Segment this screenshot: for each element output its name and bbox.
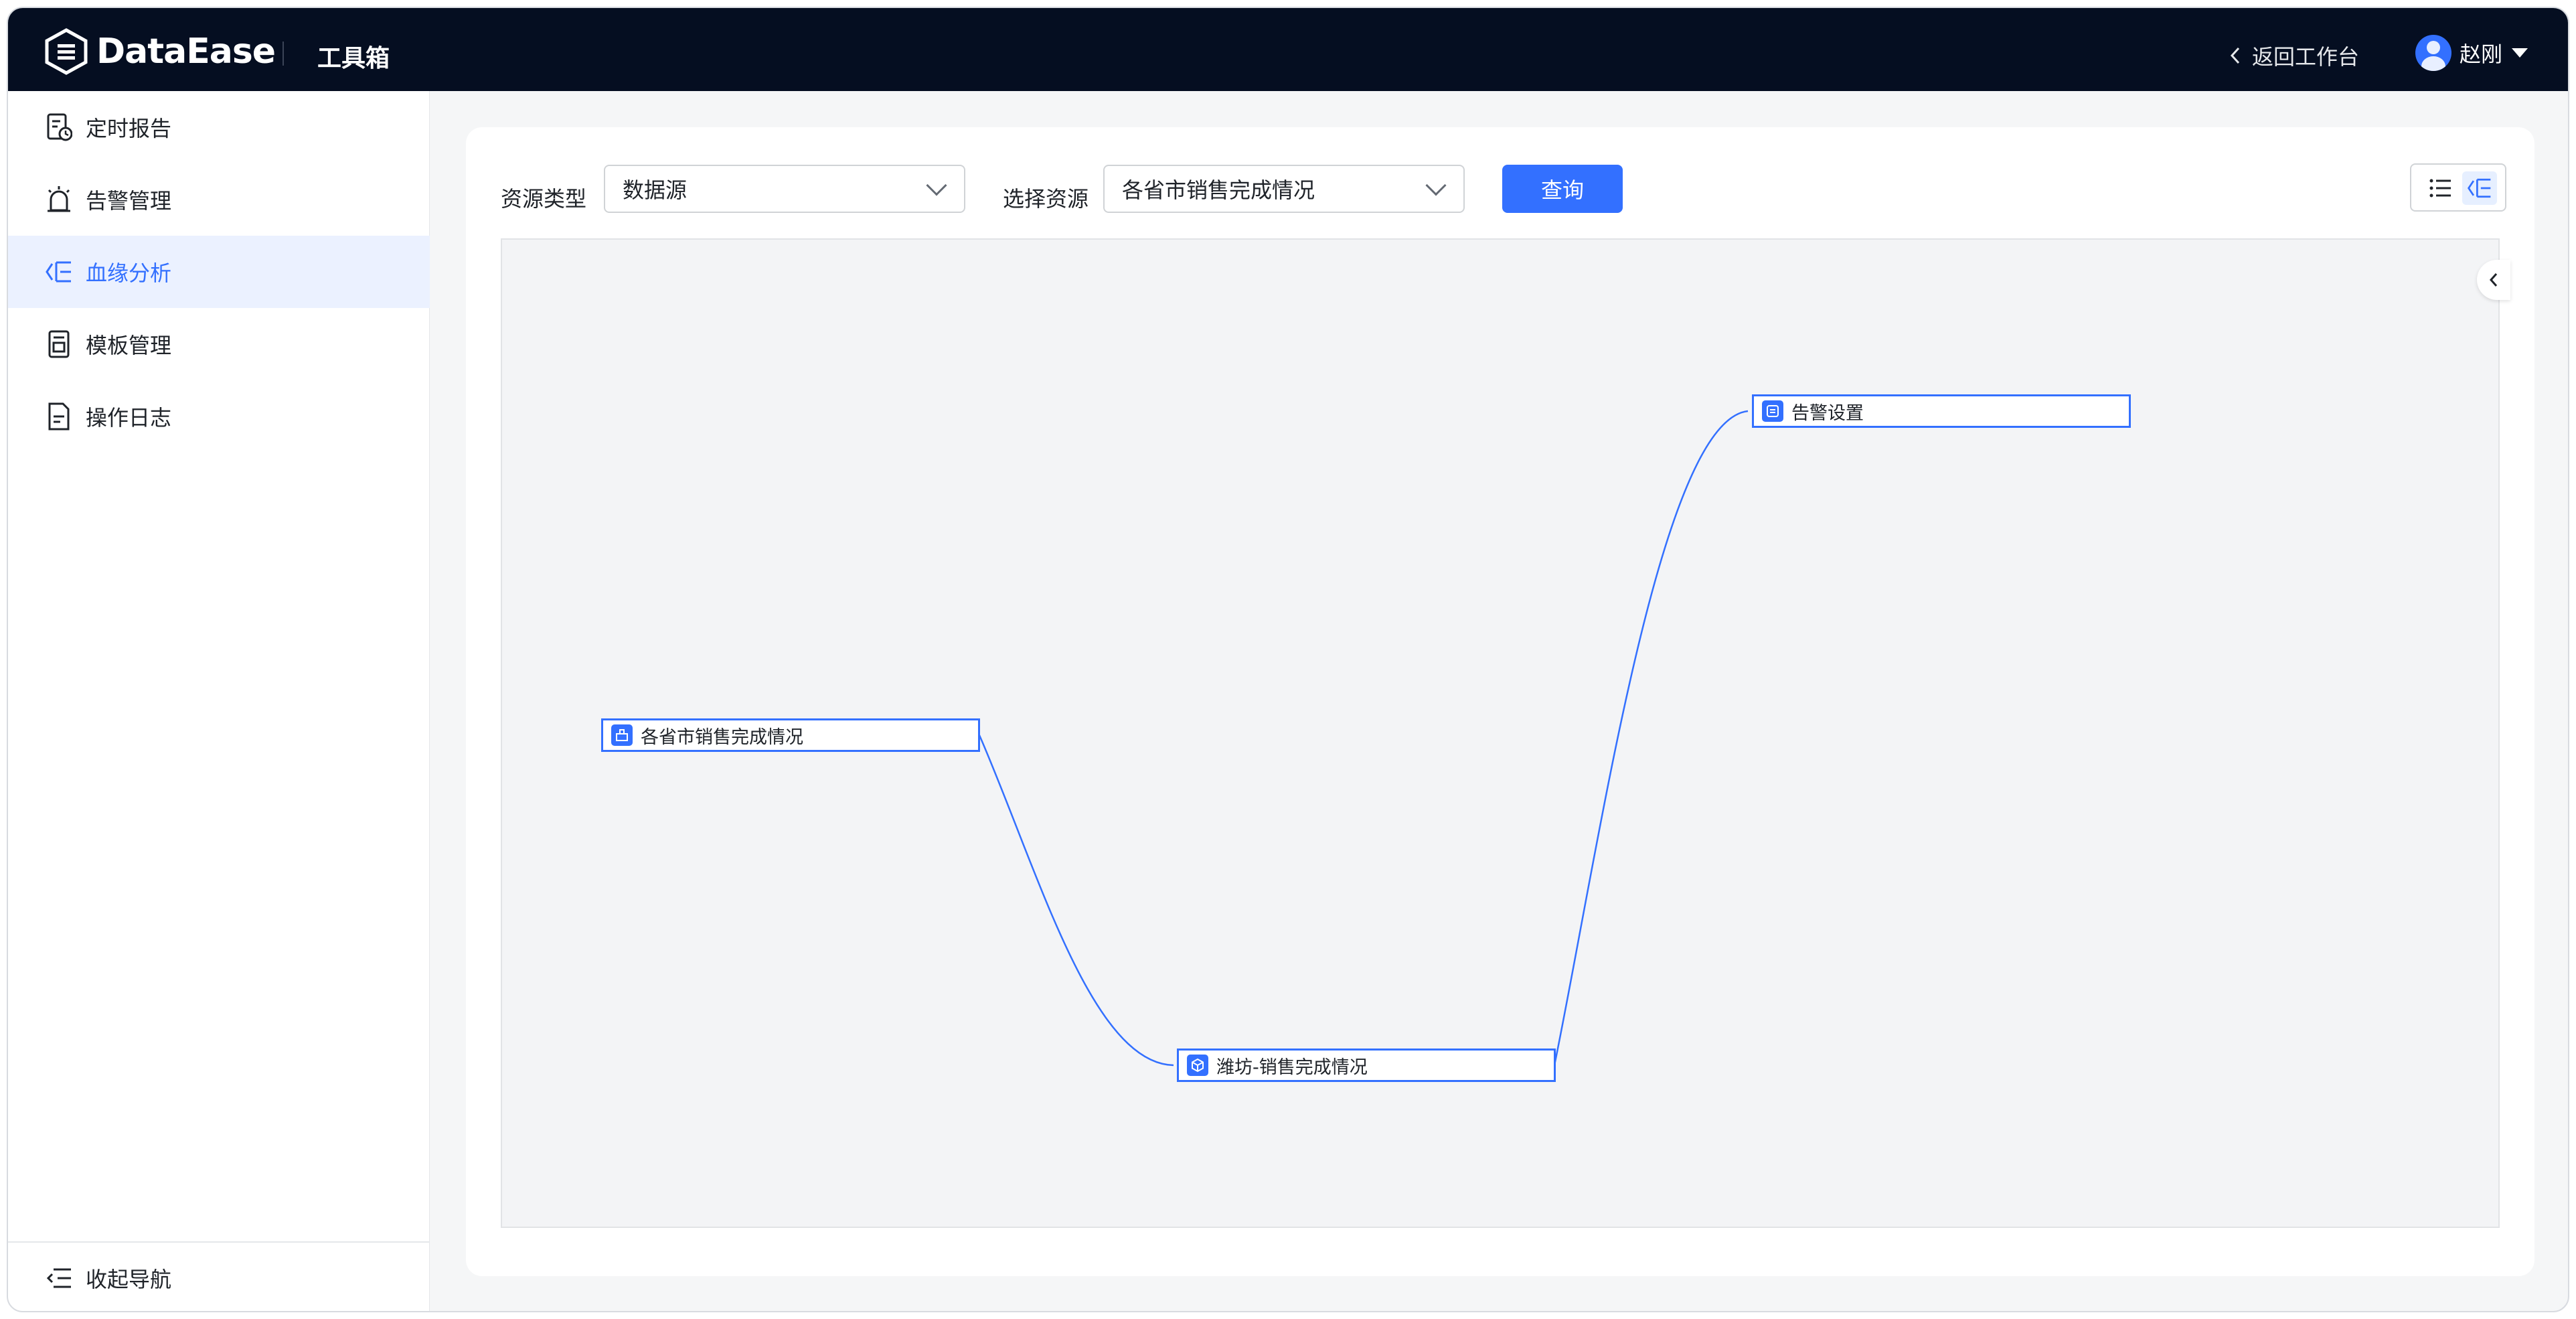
- alarm-icon: [44, 185, 74, 214]
- resource-value: 各省市销售完成情况: [1122, 177, 1315, 203]
- brand-name: DataEase: [96, 31, 276, 72]
- query-button[interactable]: 查询: [1502, 165, 1623, 213]
- sidebar-item-lineage[interactable]: 血缘分析: [8, 236, 430, 308]
- template-icon: [44, 329, 74, 359]
- log-icon: [44, 402, 74, 431]
- alarm-setting-icon: [1762, 400, 1783, 422]
- lineage-node-dataset[interactable]: 潍坊-销售完成情况: [1177, 1049, 1556, 1082]
- lineage-icon: [2467, 178, 2491, 198]
- chevron-left-icon: [2230, 47, 2240, 64]
- sidebar-item-label: 血缘分析: [86, 260, 172, 286]
- sidebar-item-label: 操作日志: [86, 405, 172, 431]
- lineage-panel: 资源类型 数据源 选择资源 各省市销售完成情况 查询 各省市销售完成情况 潍坊-…: [466, 127, 2534, 1276]
- lineage-canvas[interactable]: 各省市销售完成情况 潍坊-销售完成情况 告警设置: [501, 238, 2510, 1228]
- sidebar-item-scheduled-report[interactable]: 定时报告: [8, 91, 430, 163]
- lineage-icon: [44, 257, 74, 287]
- avatar: [2415, 35, 2451, 71]
- caret-down-icon: [2512, 48, 2528, 58]
- chevron-down-icon: [1425, 175, 1447, 196]
- user-menu[interactable]: 赵刚: [2415, 35, 2528, 71]
- link-datasource-to-dataset: [978, 734, 1174, 1067]
- sidebar: 定时报告 告警管理 血缘分析 模板管理 操作日志 收起导航: [8, 91, 430, 1311]
- brand-logo[interactable]: DataEase: [44, 28, 276, 75]
- header-divider: [283, 42, 284, 66]
- sidebar-item-template[interactable]: 模板管理: [8, 308, 430, 380]
- sidebar-item-label: 模板管理: [86, 333, 172, 358]
- dataset-icon: [1187, 1055, 1208, 1076]
- resource-label: 选择资源: [1003, 186, 1089, 212]
- user-name: 赵刚: [2460, 42, 2503, 67]
- back-to-workbench-button[interactable]: 返回工作台: [2228, 40, 2359, 71]
- chevron-left-icon: [2489, 273, 2498, 287]
- top-header: DataEase 工具箱 返回工作台 赵刚: [8, 8, 2568, 91]
- resource-select[interactable]: 各省市销售完成情况: [1103, 165, 1465, 213]
- lineage-node-datasource[interactable]: 各省市销售完成情况: [601, 718, 980, 752]
- resource-type-label: 资源类型: [501, 186, 587, 212]
- dataease-logo-icon: [45, 28, 88, 75]
- view-toggle: [2410, 163, 2506, 212]
- collapse-nav-button[interactable]: 收起导航: [8, 1241, 430, 1311]
- list-icon: [2429, 179, 2451, 198]
- sidebar-item-label: 告警管理: [86, 188, 172, 214]
- back-label: 返回工作台: [2252, 44, 2360, 70]
- link-dataset-to-alarm: [1553, 410, 1749, 1066]
- chevron-down-icon: [926, 175, 947, 196]
- collapse-menu-icon: [44, 1263, 74, 1293]
- list-view-button[interactable]: [2423, 171, 2458, 205]
- node-label: 各省市销售完成情况: [641, 726, 803, 748]
- section-title: 工具箱: [317, 45, 390, 72]
- resource-type-value: 数据源: [623, 177, 688, 203]
- datasource-icon: [611, 724, 633, 746]
- resource-type-select[interactable]: 数据源: [604, 165, 965, 213]
- collapse-nav-label: 收起导航: [86, 1267, 172, 1292]
- sidebar-item-label: 定时报告: [86, 116, 172, 141]
- lineage-node-alarm[interactable]: 告警设置: [1752, 394, 2131, 428]
- scheduled-report-icon: [44, 112, 74, 142]
- app-window: DataEase 工具箱 返回工作台 赵刚 定时报告 告警管理 血缘分析 模板管…: [7, 7, 2569, 1312]
- lineage-view-button[interactable]: [2462, 171, 2497, 205]
- node-label: 潍坊-销售完成情况: [1216, 1057, 1368, 1078]
- sidebar-item-log[interactable]: 操作日志: [8, 380, 430, 453]
- sidebar-item-alarm[interactable]: 告警管理: [8, 163, 430, 236]
- node-label: 告警设置: [1791, 402, 1864, 424]
